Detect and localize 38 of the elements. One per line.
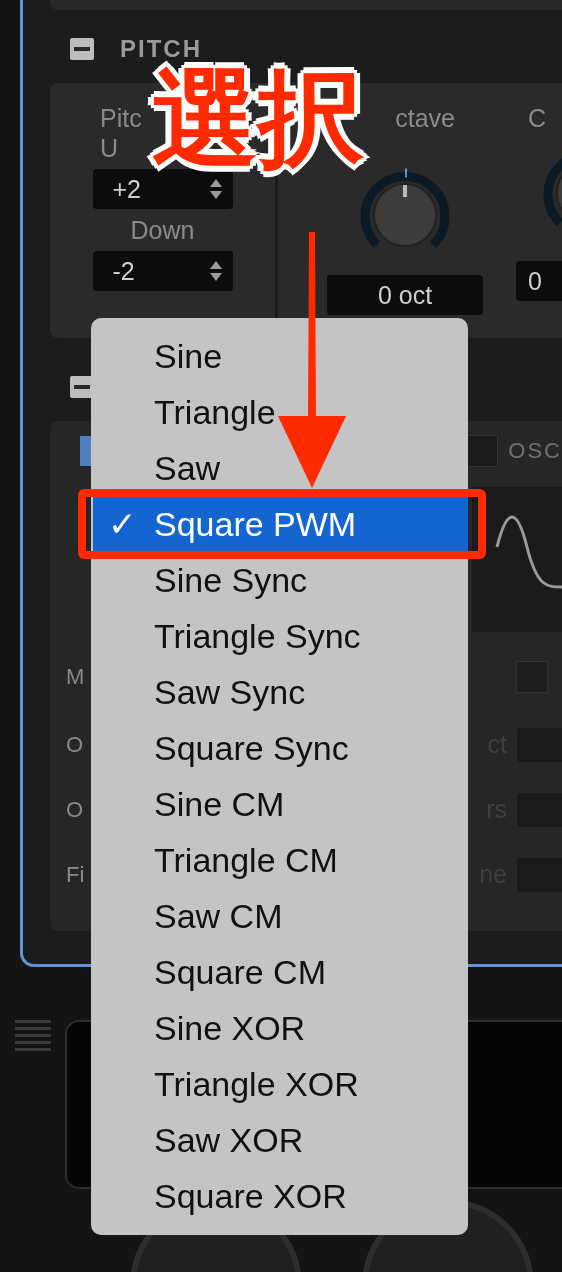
menu-item[interactable]: Sine bbox=[91, 336, 227, 376]
collapse-icon bbox=[70, 38, 94, 60]
value-field[interactable]: 0 bbox=[516, 261, 562, 301]
menu-item[interactable]: Triangle CM bbox=[91, 840, 342, 880]
knob-label: C bbox=[528, 103, 547, 133]
toggle-button[interactable] bbox=[466, 435, 499, 467]
value-field[interactable]: 0 oct bbox=[327, 275, 483, 315]
parameter-label: O bbox=[66, 796, 84, 823]
menu-item[interactable]: Sine XOR bbox=[91, 1008, 310, 1048]
up-label: U bbox=[100, 133, 119, 163]
menu-item[interactable]: Square XOR bbox=[91, 1176, 351, 1216]
menu-item[interactable]: Triangle bbox=[91, 392, 280, 432]
section-title: PITCH bbox=[120, 35, 202, 63]
menu-item[interactable]: Sine Sync bbox=[91, 560, 312, 600]
number-field[interactable]: -2 bbox=[92, 251, 233, 291]
menu-item[interactable]: Triangle Sync bbox=[91, 616, 365, 656]
tab-label: OSC bbox=[508, 438, 562, 464]
menu-item[interactable]: Square Sync bbox=[91, 728, 353, 768]
menu-item[interactable]: Square CM bbox=[91, 952, 330, 992]
menu-item[interactable]: Saw bbox=[91, 448, 225, 488]
stepper-icon bbox=[208, 177, 223, 201]
stepper-icon bbox=[208, 259, 223, 283]
number-field[interactable]: +2 bbox=[92, 169, 233, 209]
menu-item[interactable]: Triangle XOR bbox=[91, 1064, 363, 1104]
annotation-label: 選択 bbox=[152, 66, 364, 172]
down-label: Down bbox=[130, 215, 195, 245]
menu-icon bbox=[15, 1020, 51, 1052]
menu-item[interactable]: ✓ Square PWM bbox=[93, 496, 468, 552]
menu-item[interactable]: Saw XOR bbox=[91, 1120, 308, 1160]
menu-item[interactable]: Saw Sync bbox=[91, 672, 310, 712]
menu-item[interactable]: Sine CM bbox=[91, 784, 289, 824]
parameter-label: Fi bbox=[66, 861, 85, 888]
check-icon: ✓ bbox=[108, 496, 137, 552]
parameter-label: O bbox=[66, 731, 84, 758]
pitch-label: Pitc bbox=[100, 103, 142, 133]
octave-label: ctave bbox=[395, 103, 455, 133]
parameter-label: M bbox=[66, 664, 85, 690]
menu-item[interactable]: Saw CM bbox=[91, 896, 287, 936]
